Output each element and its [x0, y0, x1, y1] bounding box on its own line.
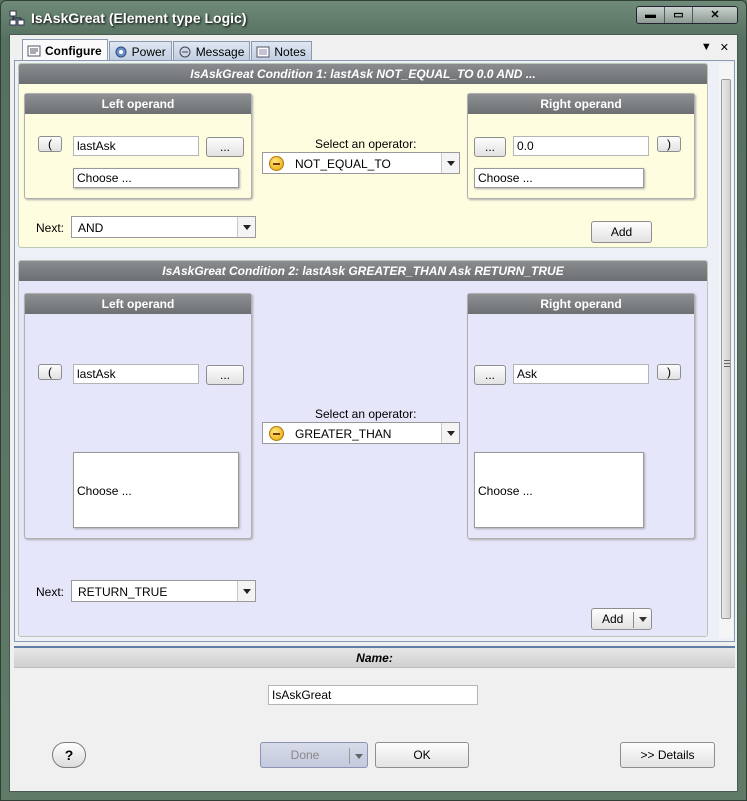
right-operand-input[interactable]: 0.0 — [513, 136, 649, 156]
left-operand-input[interactable]: lastAsk — [73, 364, 199, 384]
right-paren-button[interactable]: ) — [657, 136, 681, 152]
condition-2: IsAskGreat Condition 2: lastAsk GREATER_… — [18, 260, 708, 637]
title-bar: IsAskGreat (Element type Logic) ▬ ▭ ✕ — [1, 1, 746, 35]
name-input[interactable]: IsAskGreat — [268, 685, 478, 705]
notes-icon — [256, 46, 270, 57]
add-split-button[interactable]: Add — [591, 608, 652, 630]
done-button[interactable]: Done — [260, 742, 368, 768]
done-label: Done — [290, 748, 320, 762]
scrollbar-thumb[interactable] — [721, 79, 731, 619]
close-window-button[interactable]: ✕ — [693, 7, 737, 23]
tab-notes[interactable]: Notes — [251, 41, 312, 61]
right-choose-field[interactable]: Choose ... — [474, 452, 644, 528]
split-divider — [349, 748, 350, 764]
add-label: Add — [602, 612, 624, 626]
next-value: RETURN_TRUE — [78, 585, 168, 599]
operator-label: Select an operator: — [315, 407, 417, 421]
next-label: Next: — [36, 585, 65, 599]
right-operand-input[interactable]: Ask — [513, 364, 649, 384]
left-operand-group: Left operand ( lastAsk ... Choose ... — [24, 293, 252, 539]
operator-icon — [269, 156, 284, 171]
operator-icon — [269, 426, 284, 441]
add-button[interactable]: Add — [591, 221, 652, 243]
help-button[interactable]: ? — [52, 742, 86, 768]
tabbar-controls: ▼ ✕ — [701, 41, 729, 54]
vertical-scrollbar[interactable] — [719, 63, 733, 638]
tab-message[interactable]: Message — [172, 41, 251, 61]
right-operand-title: Right operand — [468, 294, 694, 314]
next-select[interactable]: RETURN_TRUE — [71, 580, 256, 602]
power-icon — [115, 46, 127, 57]
left-operand-input[interactable]: lastAsk — [73, 136, 199, 156]
conditions-panel: IsAskGreat Condition 1: lastAsk NOT_EQUA… — [14, 60, 735, 642]
left-browse-button[interactable]: ... — [206, 365, 244, 385]
left-operand-title: Left operand — [25, 294, 251, 314]
right-operand-group: Right operand ... 0.0 ) Choose ... — [467, 93, 695, 199]
dialog-window: IsAskGreat (Element type Logic) ▬ ▭ ✕ Co… — [0, 0, 747, 801]
tab-label: Configure — [45, 43, 102, 58]
tab-configure[interactable]: Configure — [22, 39, 108, 61]
next-label: Next: — [36, 221, 65, 235]
operator-select[interactable]: NOT_EQUAL_TO — [262, 152, 460, 174]
tab-label: Notes — [274, 44, 306, 59]
message-icon — [179, 46, 191, 57]
split-divider — [633, 612, 634, 628]
left-operand-group: Left operand ( lastAsk ... Choose ... — [24, 93, 252, 199]
details-button[interactable]: >> Details — [620, 742, 715, 768]
left-browse-button[interactable]: ... — [206, 137, 244, 157]
tab-label: Power — [131, 44, 166, 59]
chevron-down-icon[interactable] — [355, 754, 363, 759]
operator-label: Select an operator: — [315, 137, 417, 151]
right-browse-button[interactable]: ... — [474, 137, 506, 157]
minimize-button[interactable]: ▬ — [637, 7, 665, 23]
window-controls: ▬ ▭ ✕ — [636, 6, 738, 24]
bottom-panel: Name: IsAskGreat ? Done OK >> Details — [14, 646, 735, 789]
maximize-button[interactable]: ▭ — [665, 7, 693, 23]
dialog-client-area: Configure Power Message Notes ▼ ✕ IsAskG… — [9, 34, 738, 792]
next-select[interactable]: AND — [71, 216, 256, 238]
left-operand-title: Left operand — [25, 94, 251, 114]
chevron-down-icon[interactable] — [237, 217, 255, 237]
left-paren-button[interactable]: ( — [38, 136, 62, 152]
left-paren-button[interactable]: ( — [38, 364, 62, 380]
right-operand-title: Right operand — [468, 94, 694, 114]
condition-header: IsAskGreat Condition 2: lastAsk GREATER_… — [19, 261, 707, 281]
logic-element-icon — [9, 10, 25, 26]
chevron-down-icon[interactable] — [237, 581, 255, 601]
chevron-down-icon[interactable] — [441, 423, 459, 443]
condition-header: IsAskGreat Condition 1: lastAsk NOT_EQUA… — [19, 64, 707, 84]
operator-value: NOT_EQUAL_TO — [295, 157, 391, 171]
tab-strip: Configure Power Message Notes — [22, 39, 313, 61]
left-choose-field[interactable]: Choose ... — [73, 452, 239, 528]
tab-dropdown-icon[interactable]: ▼ — [701, 41, 712, 54]
chevron-down-icon[interactable] — [639, 617, 647, 622]
condition-1: IsAskGreat Condition 1: lastAsk NOT_EQUA… — [18, 63, 708, 248]
tab-power[interactable]: Power — [108, 41, 172, 61]
window-title: IsAskGreat (Element type Logic) — [31, 10, 247, 26]
left-choose-field[interactable]: Choose ... — [73, 168, 239, 188]
right-operand-group: Right operand ... Ask ) Choose ... — [467, 293, 695, 539]
ok-button[interactable]: OK — [375, 742, 469, 768]
tab-label: Message — [195, 44, 245, 59]
right-choose-field[interactable]: Choose ... — [474, 168, 644, 188]
configure-icon — [27, 45, 41, 56]
name-header: Name: — [14, 648, 735, 668]
operator-value: GREATER_THAN — [295, 427, 392, 441]
tab-close-icon[interactable]: ✕ — [720, 41, 729, 54]
chevron-down-icon[interactable] — [441, 153, 459, 173]
right-paren-button[interactable]: ) — [657, 364, 681, 380]
next-value: AND — [78, 221, 104, 235]
operator-select[interactable]: GREATER_THAN — [262, 422, 460, 444]
grip-icon — [724, 360, 730, 361]
right-browse-button[interactable]: ... — [474, 365, 506, 385]
